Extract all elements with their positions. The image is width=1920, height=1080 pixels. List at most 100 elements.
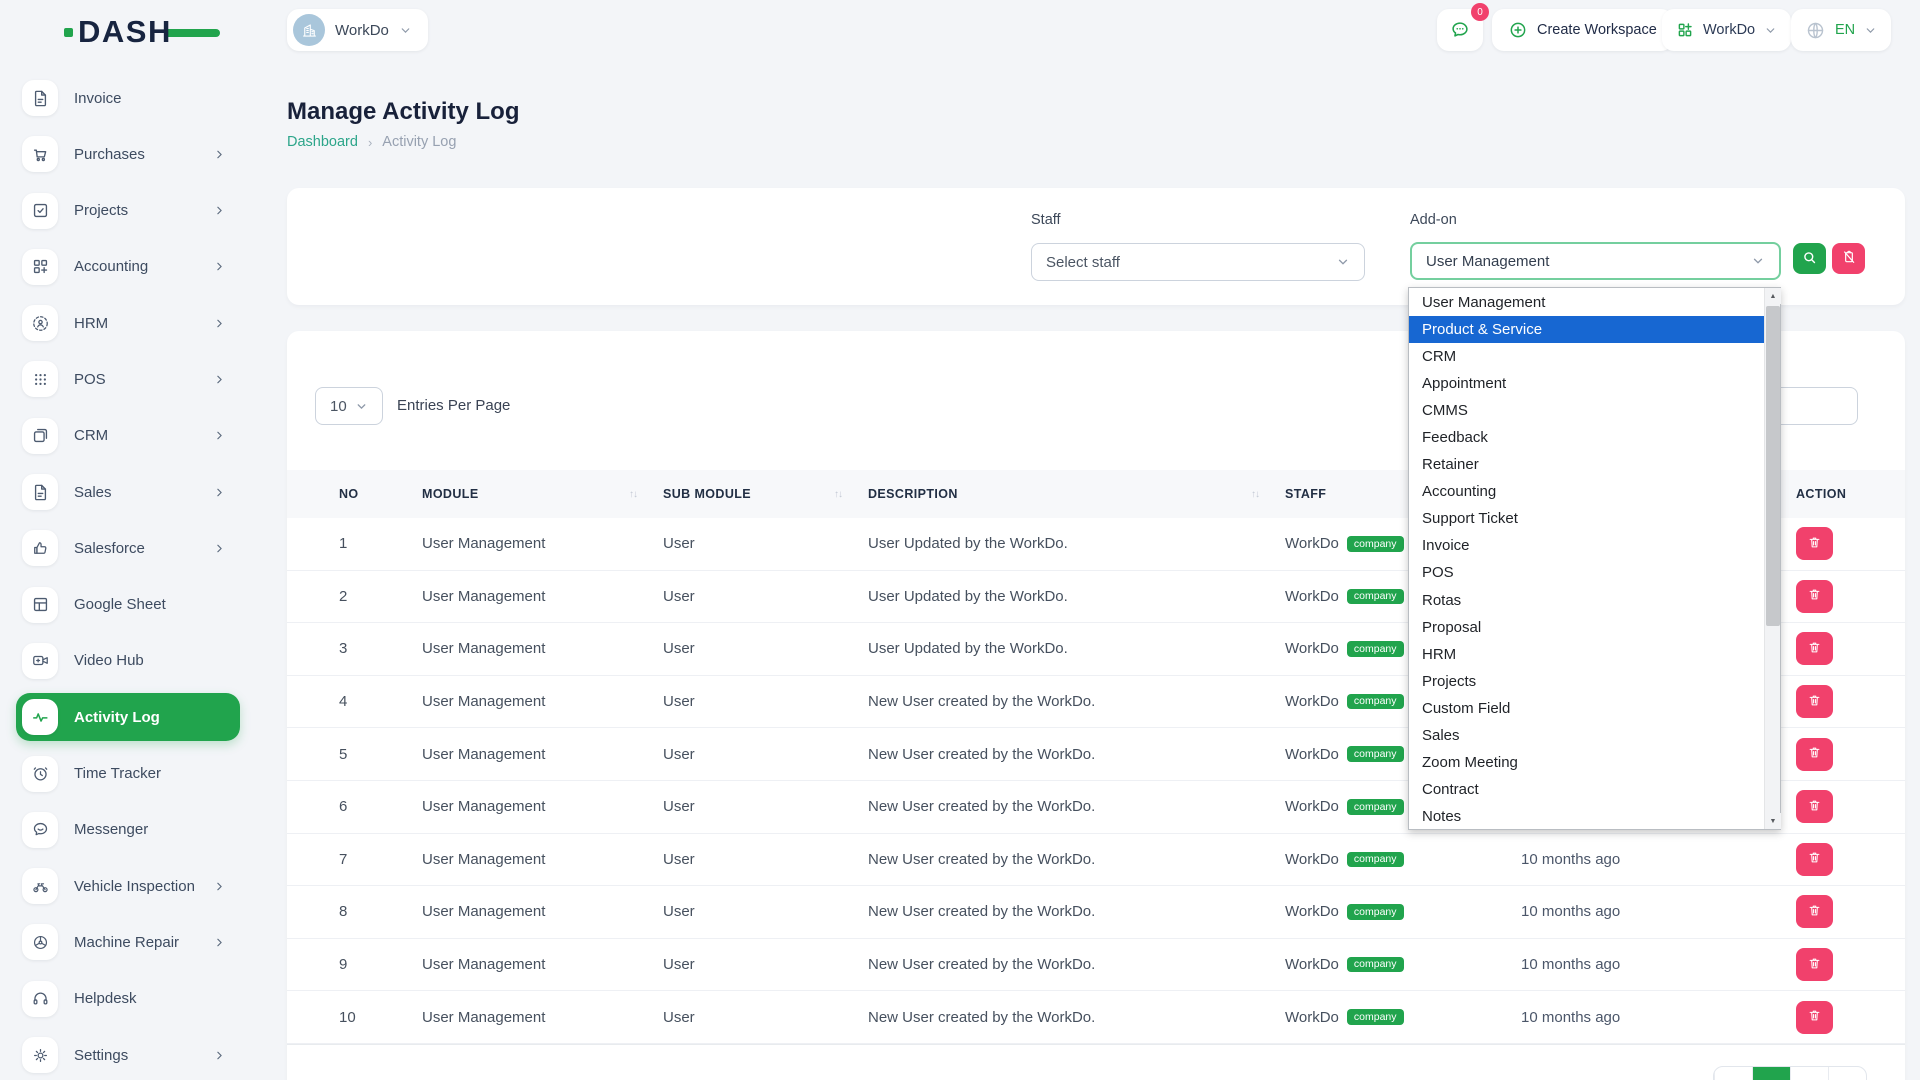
sidebar-item-accounting[interactable]: Accounting [16,243,240,291]
cell-description: User Updated by the WorkDo. [868,535,1285,552]
sidebar-item-sales[interactable]: Sales [16,468,240,516]
sidebar-item-projects[interactable]: Projects [16,187,240,235]
dropdown-option-proposal[interactable]: Proposal [1409,614,1764,641]
language-selector[interactable]: EN [1791,9,1891,51]
sort-icon[interactable]: ↑↓ [834,489,842,500]
sidebar-item-purchases[interactable]: Purchases [16,130,240,178]
cell-no: 3 [339,640,422,657]
dropdown-option-support-ticket[interactable]: Support Ticket [1409,505,1764,532]
scrollbar-thumb[interactable] [1766,306,1780,626]
dropdown-option-invoice[interactable]: Invoice [1409,532,1764,559]
dropdown-option-cmms[interactable]: CMMS [1409,397,1764,424]
table-header-cell-module[interactable]: MODULE ↑↓ [422,487,663,501]
sidebar-item-vehicle-inspection[interactable]: Vehicle Inspection [16,862,240,910]
page-2[interactable]: 2 [1790,1067,1828,1080]
addon-select[interactable]: User Management [1410,242,1781,280]
dropdown-option-rotas[interactable]: Rotas [1409,587,1764,614]
sidebar-item-time-tracker[interactable]: Time Tracker [16,750,240,798]
create-workspace-button[interactable]: Create Workspace [1492,9,1673,51]
cell-description: New User created by the WorkDo. [868,1009,1285,1026]
delete-button[interactable] [1796,527,1833,560]
dropdown-option-sales[interactable]: Sales [1409,722,1764,749]
chevron-down-icon [1336,255,1350,269]
scroll-down-icon[interactable]: ▼ [1765,813,1781,829]
messages-button[interactable]: 0 [1437,9,1483,51]
plus-circle-icon [1508,20,1528,40]
dropdown-option-product-service[interactable]: Product & Service [1409,316,1764,343]
breadcrumb-dashboard-link[interactable]: Dashboard [287,134,358,150]
workdo-menu-button[interactable]: WorkDo [1662,9,1791,51]
reset-filter-button[interactable] [1832,243,1865,274]
staff-name: WorkDo [1285,1009,1339,1026]
sort-icon[interactable]: ↑↓ [1251,489,1259,500]
create-workspace-label: Create Workspace [1537,22,1657,38]
sidebar-item-pos[interactable]: POS [16,355,240,403]
dropdown-option-retainer[interactable]: Retainer [1409,451,1764,478]
delete-button[interactable] [1796,895,1833,928]
table-header-cell-description[interactable]: DESCRIPTION ↑↓ [868,487,1285,501]
delete-button[interactable] [1796,685,1833,718]
dropdown-option-appointment[interactable]: Appointment [1409,370,1764,397]
staff-name: WorkDo [1285,851,1339,868]
search-button[interactable] [1793,243,1826,274]
sort-icon[interactable]: ↑↓ [629,489,637,500]
dropdown-option-user-management[interactable]: User Management [1409,289,1764,316]
delete-button[interactable] [1796,1001,1833,1034]
staff-name: WorkDo [1285,746,1339,763]
delete-button[interactable] [1796,948,1833,981]
delete-button[interactable] [1796,738,1833,771]
company-badge: company [1347,589,1404,605]
sidebar-item-activity-log[interactable]: Activity Log [16,693,240,741]
sidebar-item-hrm[interactable]: HRM [16,299,240,347]
entries-per-page-select[interactable]: 10 [315,387,383,425]
dropdown-option-crm[interactable]: CRM [1409,343,1764,370]
cell-sub-module: User [663,588,868,605]
table-row: 9 User Management User New User created … [287,939,1905,992]
dropdown-option-hrm[interactable]: HRM [1409,641,1764,668]
cell-description: New User created by the WorkDo. [868,903,1285,920]
next-page[interactable]: › [1828,1067,1866,1080]
breadcrumb-separator: › [368,135,372,150]
delete-button[interactable] [1796,632,1833,665]
sidebar-item-google-sheet[interactable]: Google Sheet [16,581,240,629]
sidebar-item-salesforce[interactable]: Salesforce [16,524,240,572]
sidebar-item-crm[interactable]: CRM [16,412,240,460]
staff-select[interactable]: Select staff [1031,243,1365,281]
page-1[interactable]: 1 [1752,1067,1790,1080]
dropdown-scrollbar[interactable]: ▲ ▼ [1764,288,1780,829]
sidebar-item-invoice[interactable]: Invoice [16,74,240,122]
sidebar-item-messenger[interactable]: Messenger [16,806,240,854]
dropdown-option-zoom-meeting[interactable]: Zoom Meeting [1409,749,1764,776]
chevron-right-icon [213,936,226,949]
delete-button[interactable] [1796,843,1833,876]
scroll-up-icon[interactable]: ▲ [1765,288,1781,304]
sidebar-item-machine-repair[interactable]: Machine Repair [16,918,240,966]
cell-action [1796,1001,1905,1034]
dropdown-option-notes[interactable]: Notes [1409,803,1764,830]
sidebar-item-helpdesk[interactable]: Helpdesk [16,975,240,1023]
sidebar-item-video-hub[interactable]: Video Hub [16,637,240,685]
table-header-cell-no[interactable]: NO [339,487,422,501]
building-icon [293,14,325,46]
table-header-cell-action[interactable]: ACTION [1796,487,1905,501]
breadcrumb-current: Activity Log [382,134,456,150]
dropdown-option-contract[interactable]: Contract [1409,776,1764,803]
dropdown-option-feedback[interactable]: Feedback [1409,424,1764,451]
chevron-down-icon [1864,24,1877,37]
sidebar-item-settings[interactable]: Settings [16,1031,240,1079]
sidebar-item-label: Purchases [74,146,145,163]
dropdown-option-projects[interactable]: Projects [1409,668,1764,695]
sidebar-item-label: Salesforce [74,540,145,557]
cell-action [1796,527,1905,560]
delete-button[interactable] [1796,580,1833,613]
dropdown-option-pos[interactable]: POS [1409,559,1764,586]
table-header-cell-sub-module[interactable]: SUB MODULE ↑↓ [663,487,868,501]
workdo-menu-label: WorkDo [1703,22,1755,38]
column-label: STAFF [1285,487,1326,501]
dropdown-option-accounting[interactable]: Accounting [1409,478,1764,505]
dropdown-option-custom-field[interactable]: Custom Field [1409,695,1764,722]
delete-button[interactable] [1796,790,1833,823]
reset-filter-icon [1841,249,1857,268]
prev-page[interactable]: ‹ [1714,1067,1752,1080]
workspace-selector[interactable]: WorkDo [287,9,428,51]
